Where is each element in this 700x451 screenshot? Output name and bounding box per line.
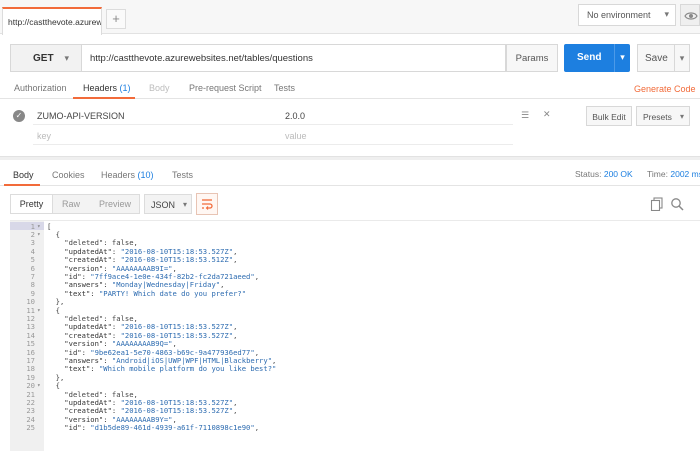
close-icon[interactable]: ✕ [543,109,551,120]
time-value: 2002 ms [670,169,700,179]
bulk-edit-button[interactable]: Bulk Edit [586,106,632,126]
tab-response-tests[interactable]: Tests [172,170,193,180]
environment-select-label: No environment [587,10,651,20]
section-divider [0,156,700,160]
row-divider [33,144,513,145]
preview-button[interactable]: Preview [91,195,139,213]
request-tab[interactable]: http://castthevote.azurewel [2,7,102,35]
active-tab-indicator [4,184,40,186]
header-value[interactable]: 2.0.0 [285,111,305,121]
response-status: Status: 200 OK Time: 2002 ms [575,169,700,179]
row-divider [33,124,513,125]
presets-button[interactable]: Presets ▾ [636,106,690,126]
save-button[interactable]: Save ▾ [637,44,690,72]
tab-response-body[interactable]: Body [13,170,34,180]
format-label: JSON [151,200,176,210]
chevron-down-icon[interactable]: ▾ [614,44,630,72]
time-label: Time: [647,169,668,179]
header-key-placeholder[interactable]: key [37,131,51,141]
copy-icon[interactable] [650,197,664,211]
method-label: GET [33,53,54,64]
code-text: "id": "d1b5de89-461d-4939-a61f-7110898c1… [47,423,260,433]
line-number: 25 [26,423,35,433]
format-select[interactable]: JSON ▾ [144,194,192,214]
plus-icon: + [112,11,120,26]
eye-icon [684,12,698,20]
tab-prerequest-script[interactable]: Pre-request Script [189,83,262,93]
status-label: Status: [575,169,602,179]
search-icon[interactable] [670,197,684,211]
url-input[interactable]: http://castthevote.azurewebsites.net/tab… [82,44,506,72]
active-tab-indicator [73,97,135,99]
tab-headers-label: Headers [83,83,118,93]
save-label: Save [645,53,668,64]
fold-toggle-icon[interactable]: ▾ [37,307,41,315]
chevron-down-icon: ▾ [679,112,684,121]
tab-tests[interactable]: Tests [274,83,295,93]
response-body-editor[interactable]: 1 ▾[2 ▾ {3 "deleted": false, 4 "updatedAt":… [10,220,700,451]
check-circle-icon[interactable]: ✓ [13,110,25,122]
wrap-lines-button[interactable] [196,193,218,215]
chevron-down-icon[interactable]: ▾ [674,45,689,71]
url-value: http://castthevote.azurewebsites.net/tab… [90,53,313,64]
tab-response-headers-count: (10) [137,170,154,180]
params-label: Params [515,53,549,64]
method-select[interactable]: GET ▾ [10,44,82,72]
pretty-button[interactable]: Pretty [11,195,53,213]
raw-button[interactable]: Raw [53,195,89,213]
chevron-down-icon: ▾ [64,53,69,63]
tab-response-cookies[interactable]: Cookies [52,170,85,180]
environment-select[interactable]: No environment ▾ [578,4,676,26]
fold-toggle-icon[interactable]: ▾ [37,231,41,239]
presets-label: Presets [643,112,672,122]
tab-response-headers-label: Headers [101,170,136,180]
wrap-lines-icon [202,199,213,210]
code-text: "text": "Which mobile platform do you li… [47,364,277,374]
header-key[interactable]: ZUMO-API-VERSION [37,111,125,121]
send-label: Send [577,52,602,63]
code-text: "text": "PARTY! Which date do you prefer… [47,288,247,298]
request-tab-title: http://castthevote.azurewel [8,17,102,27]
tab-headers[interactable]: Headers (1) [83,83,131,93]
generate-code-link[interactable]: Generate Code [634,84,696,94]
tab-body[interactable]: Body [149,83,170,93]
header-value-placeholder[interactable]: value [285,131,307,141]
status-value: 200 OK [603,169,633,179]
tab-headers-count: (1) [119,83,131,93]
request-tabs: Authorization Headers (1) Body Pre-reque… [0,77,700,99]
chevron-down-icon: ▾ [664,9,669,19]
tab-authorization[interactable]: Authorization [14,83,67,93]
chevron-down-icon: ▾ [182,200,187,209]
send-button[interactable]: Send ▾ [564,44,630,72]
params-button[interactable]: Params [506,44,558,72]
tab-response-headers[interactable]: Headers (10) [101,170,154,180]
environment-quick-look-button[interactable] [680,4,700,26]
bulk-edit-label: Bulk Edit [592,112,626,122]
view-mode-group: Pretty Raw Preview [10,194,140,214]
drag-handle-icon[interactable]: ☰ [521,110,529,121]
fold-toggle-icon[interactable]: ▾ [37,223,41,231]
add-tab-button[interactable]: + [106,9,126,29]
fold-toggle-icon[interactable]: ▾ [37,382,41,390]
